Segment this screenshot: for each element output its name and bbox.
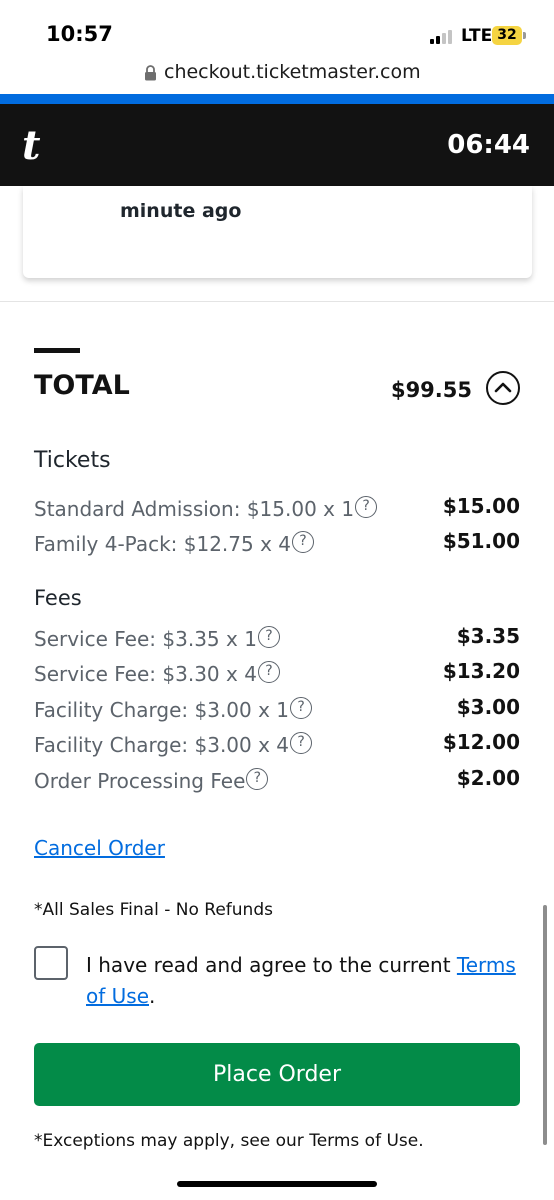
collapse-total-button[interactable] — [486, 371, 520, 405]
fee-value: $3.00 — [456, 695, 520, 719]
help-icon[interactable]: ? — [355, 496, 378, 518]
ticket-row-family: Family 4-Pack: $12.75 x 4? $51.00 — [34, 529, 520, 561]
help-icon[interactable]: ? — [257, 661, 280, 683]
fee-value: $13.20 — [442, 659, 520, 683]
help-icon[interactable]: ? — [257, 626, 280, 648]
scrollbar[interactable] — [543, 905, 547, 1145]
agree-suffix: . — [149, 984, 156, 1008]
fee-label: Order Processing Fee — [34, 769, 246, 793]
card-text: minute ago — [120, 200, 242, 222]
fee-label: Facility Charge: $3.00 x 4 — [34, 733, 290, 757]
place-order-button[interactable]: Place Order — [34, 1043, 520, 1106]
cancel-order-link[interactable]: Cancel Order — [34, 836, 165, 860]
help-icon[interactable]: ? — [246, 768, 269, 790]
total-label: TOTAL — [34, 370, 130, 401]
fees-heading: Fees — [34, 586, 82, 610]
total-amount: $99.55 — [390, 378, 472, 402]
site-header: t 06:44 — [0, 104, 554, 186]
help-icon[interactable]: ? — [290, 732, 313, 754]
ticket-label: Standard Admission: $15.00 x 1 — [34, 497, 355, 521]
tickets-heading: Tickets — [34, 448, 111, 473]
fee-value: $12.00 — [442, 730, 520, 754]
browser-url-bar[interactable]: checkout.ticketmaster.com — [0, 56, 554, 94]
status-time: 10:57 — [46, 22, 113, 46]
help-icon[interactable]: ? — [290, 697, 313, 719]
fee-row-facility-1: Facility Charge: $3.00 x 1? $3.00 — [34, 695, 520, 727]
fee-label: Service Fee: $3.35 x 1 — [34, 627, 257, 651]
brand-strip — [0, 94, 554, 104]
fee-label: Service Fee: $3.30 x 4 — [34, 662, 257, 686]
help-icon[interactable]: ? — [292, 531, 315, 553]
fee-value: $2.00 — [456, 766, 520, 790]
total-accent-bar — [34, 348, 80, 353]
battery-tip — [523, 32, 526, 39]
info-card: minute ago — [23, 186, 532, 278]
sales-final-notice: *All Sales Final - No Refunds — [34, 900, 273, 920]
countdown-timer: 06:44 — [447, 130, 530, 160]
ticket-row-standard: Standard Admission: $15.00 x 1? $15.00 — [34, 494, 520, 526]
fee-row-processing: Order Processing Fee? $2.00 — [34, 766, 520, 798]
ticketmaster-logo[interactable]: t — [22, 122, 40, 169]
fee-value: $3.35 — [456, 624, 520, 648]
exceptions-notice: *Exceptions may apply, see our Terms of … — [34, 1131, 424, 1151]
chevron-up-icon — [494, 382, 512, 393]
agree-text: I have read and agree to the current — [86, 953, 457, 977]
section-divider — [0, 301, 554, 302]
battery-icon: 32 — [492, 26, 522, 45]
fee-row-facility-4: Facility Charge: $3.00 x 4? $12.00 — [34, 730, 520, 762]
terms-agreement-text: I have read and agree to the current Ter… — [86, 950, 526, 1012]
url-text[interactable]: checkout.ticketmaster.com — [164, 61, 421, 83]
ticket-value: $15.00 — [442, 494, 520, 518]
terms-checkbox[interactable] — [34, 946, 68, 980]
status-bar: 10:57 LTE 32 — [0, 0, 554, 56]
ticket-value: $51.00 — [442, 529, 520, 553]
home-indicator — [177, 1181, 377, 1187]
fee-label: Facility Charge: $3.00 x 1 — [34, 698, 290, 722]
ticket-label: Family 4-Pack: $12.75 x 4 — [34, 532, 292, 556]
lock-icon — [145, 65, 156, 81]
fee-row-service-4: Service Fee: $3.30 x 4? $13.20 — [34, 659, 520, 691]
fee-row-service-1: Service Fee: $3.35 x 1? $3.35 — [34, 624, 520, 656]
network-type: LTE — [461, 26, 493, 46]
signal-icon — [430, 28, 456, 44]
